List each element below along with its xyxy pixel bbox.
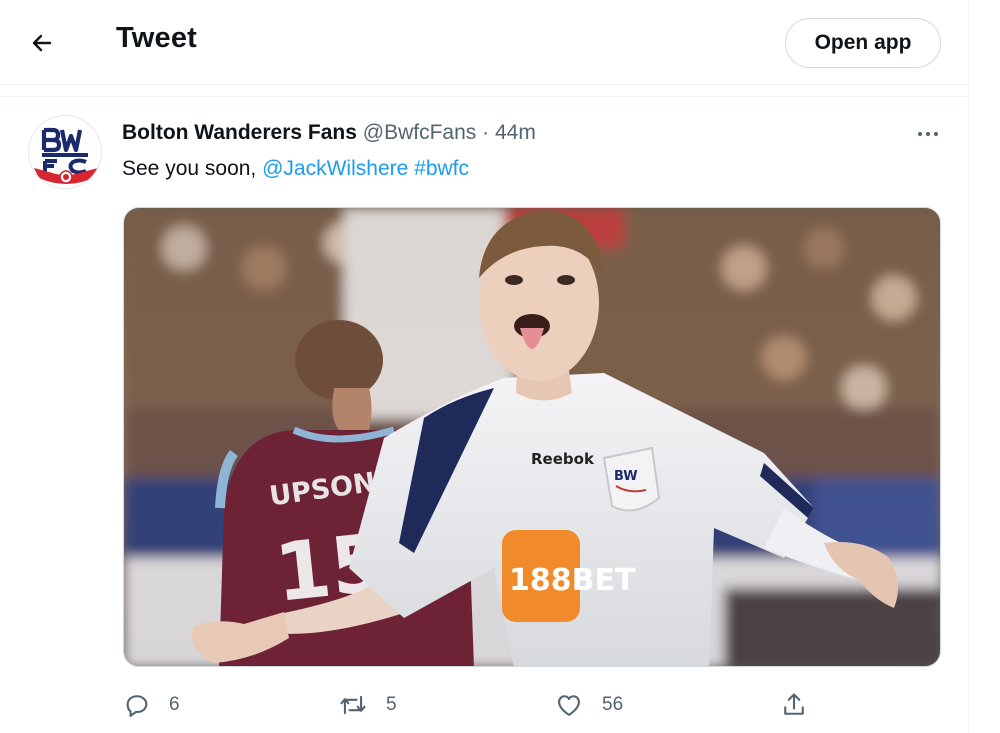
heart-icon <box>558 695 580 716</box>
more-dot <box>934 132 938 136</box>
tweet-photo[interactable]: UPSON 15 BW Reebok 188BET <box>123 207 941 667</box>
club-crest-logo <box>29 116 101 188</box>
hashtag-link[interactable]: #bwfc <box>414 157 469 180</box>
open-app-button[interactable]: Open app <box>785 18 941 68</box>
avatar[interactable] <box>28 115 102 189</box>
shirt-ad-text: 188BET <box>509 563 636 598</box>
more-options-button[interactable] <box>912 122 944 146</box>
arrow-left-icon <box>32 34 52 52</box>
photo-image: UPSON 15 BW Reebok 188BET <box>124 208 940 666</box>
back-button[interactable] <box>24 25 60 61</box>
tweet-text: See you soon, @JackWilshere #bwfc <box>122 157 469 181</box>
svg-text:BW: BW <box>614 469 638 484</box>
share-icon <box>784 693 804 715</box>
share-button[interactable] <box>780 690 808 720</box>
tweet-timestamp[interactable]: 44m <box>495 121 536 144</box>
shirt-sponsor-text: Reebok <box>531 450 595 468</box>
right-divider <box>968 0 969 733</box>
page-title: Tweet <box>116 22 198 54</box>
top-bar: Tweet Open app <box>0 0 968 85</box>
more-dot <box>918 132 922 136</box>
author-handle[interactable]: @BwfcFans <box>363 121 477 144</box>
divider <box>0 96 968 97</box>
like-button[interactable]: 56 <box>554 690 623 720</box>
tweet-header: Bolton Wanderers Fans @BwfcFans · 44m <box>122 121 536 145</box>
mention-link[interactable]: @JackWilshere <box>262 157 408 180</box>
meta-separator: · <box>482 121 490 144</box>
reply-count: 6 <box>169 694 180 715</box>
reply-icon <box>126 695 148 717</box>
tweet-text-body: See you soon, <box>122 157 263 180</box>
like-count: 56 <box>602 694 624 715</box>
reply-button[interactable]: 6 <box>123 690 180 720</box>
author-name[interactable]: Bolton Wanderers Fans <box>122 121 357 144</box>
retweet-icon <box>340 695 366 715</box>
more-dot <box>926 132 930 136</box>
retweet-count: 5 <box>386 694 397 715</box>
retweet-button[interactable]: 5 <box>338 690 397 720</box>
